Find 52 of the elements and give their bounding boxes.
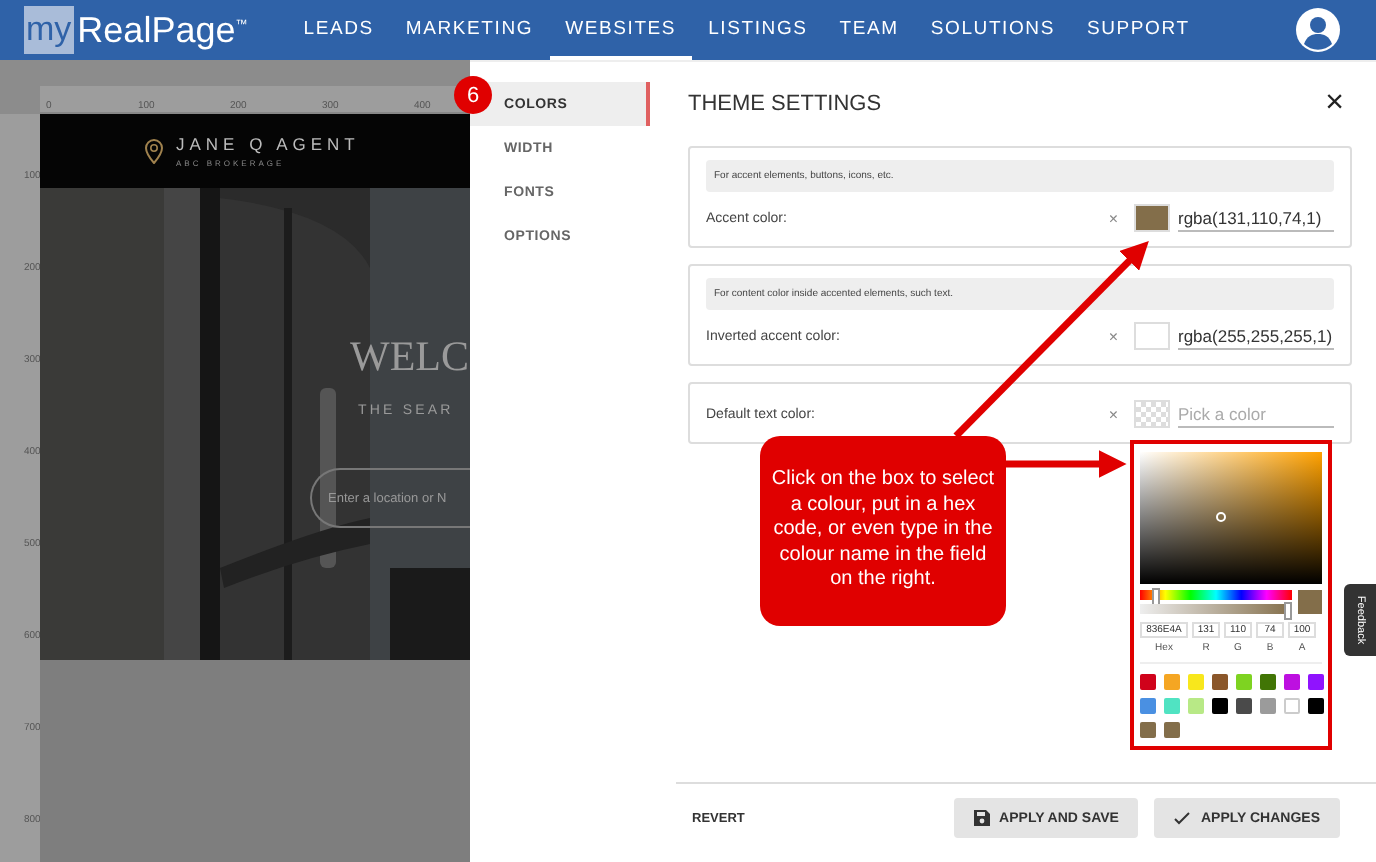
preset-swatch[interactable] bbox=[1284, 698, 1300, 714]
nav-item[interactable]: SOLUTIONS bbox=[914, 0, 1071, 60]
preset-swatch[interactable] bbox=[1236, 698, 1252, 714]
logo-prefix: my bbox=[24, 6, 74, 54]
hue-slider[interactable] bbox=[1140, 590, 1292, 600]
preset-swatch[interactable] bbox=[1212, 698, 1228, 714]
avatar-icon[interactable] bbox=[1296, 8, 1340, 52]
preset-swatch[interactable] bbox=[1140, 674, 1156, 690]
preset-swatch[interactable] bbox=[1284, 674, 1300, 690]
clear-button[interactable]: × bbox=[1108, 327, 1118, 345]
color-swatch[interactable] bbox=[1134, 322, 1170, 350]
preset-swatch[interactable] bbox=[1308, 674, 1324, 690]
color-cursor[interactable] bbox=[1215, 512, 1226, 523]
preset-swatch[interactable] bbox=[1260, 698, 1276, 714]
saturation-area[interactable] bbox=[1140, 452, 1322, 584]
location-pin-icon bbox=[144, 138, 164, 164]
preset-swatch[interactable] bbox=[1212, 674, 1228, 690]
color-swatch[interactable] bbox=[1134, 204, 1170, 232]
preset-swatch[interactable] bbox=[1188, 698, 1204, 714]
preset-swatch[interactable] bbox=[1188, 674, 1204, 690]
logo-name: RealPage$^{™}$ bbox=[77, 9, 248, 51]
annotation-arrow bbox=[1006, 450, 1127, 478]
nav-item[interactable]: TEAM bbox=[823, 0, 915, 60]
preset-swatch[interactable] bbox=[1236, 674, 1252, 690]
nav-item[interactable]: MARKETING bbox=[389, 0, 550, 60]
color-preview bbox=[1298, 590, 1322, 614]
color-input[interactable]: rgba(255,255,255,1) bbox=[1178, 323, 1334, 349]
clear-button[interactable]: × bbox=[1108, 405, 1118, 423]
color-input[interactable]: Pick a color bbox=[1178, 401, 1334, 427]
preset-swatch[interactable] bbox=[1260, 674, 1276, 690]
empty-swatch[interactable] bbox=[1134, 400, 1170, 428]
preset-swatch[interactable] bbox=[1140, 698, 1156, 714]
preset-swatch[interactable] bbox=[1140, 722, 1156, 738]
preset-swatch[interactable] bbox=[1164, 674, 1180, 690]
hero-title: WELC bbox=[350, 332, 469, 382]
nav-item[interactable]: LEADS bbox=[287, 0, 390, 60]
nav-item[interactable]: SUPPORT bbox=[1070, 0, 1206, 60]
clear-button[interactable]: × bbox=[1108, 209, 1118, 227]
nav-item[interactable]: WEBSITES bbox=[549, 0, 693, 60]
slider-thumb[interactable] bbox=[1284, 602, 1292, 620]
close-button[interactable]: × bbox=[1325, 88, 1344, 120]
nav-item[interactable]: LISTINGS bbox=[692, 0, 824, 60]
alpha-slider[interactable] bbox=[1140, 604, 1292, 614]
save-icon bbox=[973, 810, 990, 826]
color-input[interactable]: rgba(131,110,74,1) bbox=[1178, 205, 1334, 231]
preset-swatch[interactable] bbox=[1164, 698, 1180, 714]
preset-swatch[interactable] bbox=[1308, 698, 1324, 714]
panel-title: THEME SETTINGS bbox=[688, 92, 882, 116]
agent-name: JANE Q AGENT bbox=[176, 134, 360, 154]
check-icon bbox=[1174, 810, 1191, 826]
callout-note: Click on the box to select a colour, put in a hex code, or even type in the colour name in the field on the right. bbox=[760, 436, 1006, 626]
preset-swatch[interactable] bbox=[1164, 722, 1180, 738]
